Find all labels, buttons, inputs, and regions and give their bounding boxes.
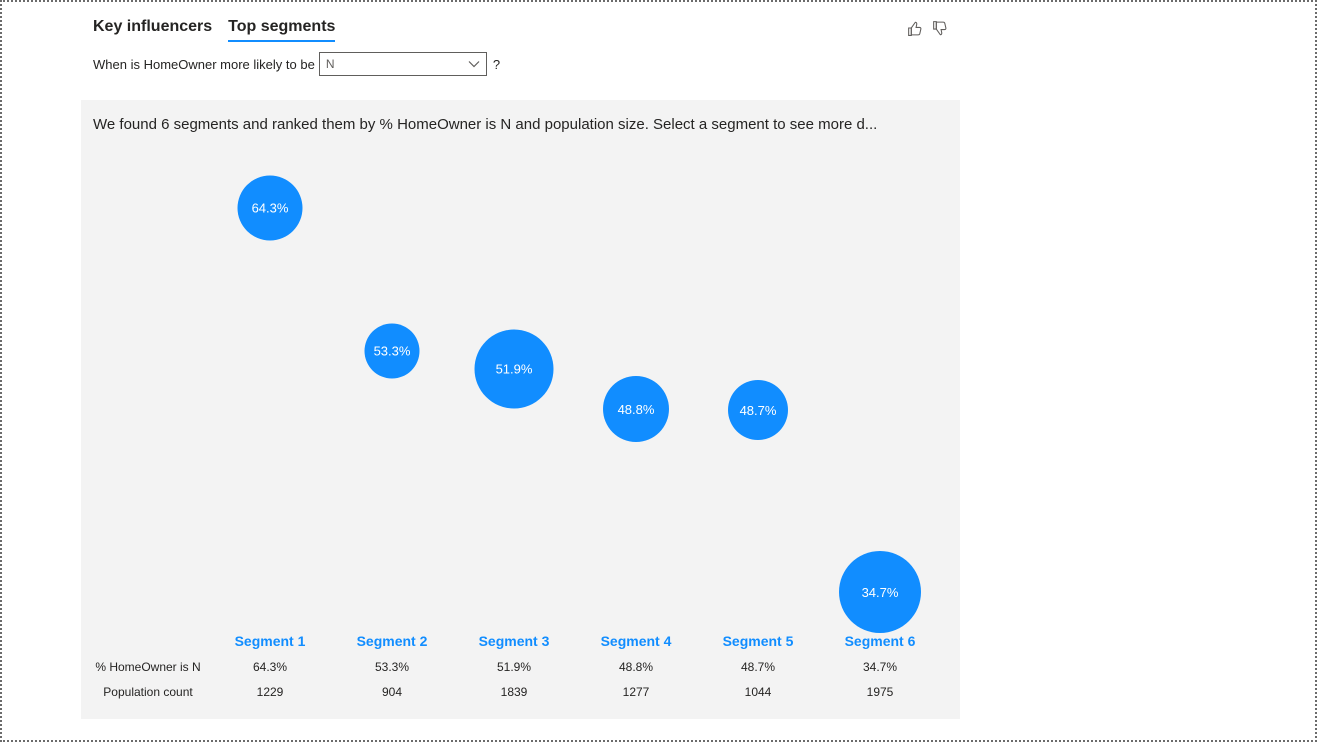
segment-bubble-value: 53.3% xyxy=(373,343,411,359)
segment-population-cell: 1277 xyxy=(622,685,650,699)
segment-label[interactable]: Segment 6 xyxy=(845,633,916,649)
segment-population-cell: 1975 xyxy=(866,685,894,699)
segment-label[interactable]: Segment 5 xyxy=(723,633,794,649)
segment-population-cell: 1044 xyxy=(744,685,772,699)
segment-bubble[interactable]: 48.8% xyxy=(603,376,669,443)
segment-bubble[interactable]: 51.9% xyxy=(474,329,554,409)
segment-bubble[interactable]: 53.3% xyxy=(364,323,420,379)
segments-summary-text: We found 6 segments and ranked them by %… xyxy=(93,116,878,133)
dropdown-selected-value: N xyxy=(325,57,335,71)
segment-bubble-value: 48.7% xyxy=(739,402,777,418)
row-label-population: Population count xyxy=(103,685,193,699)
segment-bubble[interactable]: 34.7% xyxy=(839,551,921,633)
segment-bubble[interactable]: 64.3% xyxy=(237,175,303,241)
segment-bubble-value: 64.3% xyxy=(251,200,289,216)
segment-label[interactable]: Segment 2 xyxy=(357,633,428,649)
segment-population-cell: 904 xyxy=(381,685,403,699)
tab-top-segments[interactable]: Top segments xyxy=(228,18,336,42)
segment-label[interactable]: Segment 3 xyxy=(479,633,550,649)
segment-bubble[interactable]: 48.7% xyxy=(728,380,788,441)
segment-population-cell: 1229 xyxy=(256,685,284,699)
thumbs-up-icon[interactable] xyxy=(906,20,923,37)
segment-percent-cell: 53.3% xyxy=(374,660,410,674)
segment-bubble-value: 48.8% xyxy=(617,401,655,417)
segment-population-cell: 1839 xyxy=(500,685,528,699)
segment-bubble-value: 51.9% xyxy=(495,361,533,377)
chevron-down-icon xyxy=(468,61,480,68)
segments-panel: We found 6 segments and ranked them by %… xyxy=(81,100,960,719)
thumbs-down-icon[interactable] xyxy=(931,20,948,37)
segment-label[interactable]: Segment 4 xyxy=(601,633,672,649)
question-prefix: When is HomeOwner more likely to be xyxy=(93,56,315,72)
segment-label[interactable]: Segment 1 xyxy=(235,633,306,649)
homeowner-value-dropdown[interactable]: N xyxy=(318,52,487,76)
row-label-percent: % HomeOwner is N xyxy=(95,660,201,674)
segment-percent-cell: 34.7% xyxy=(862,660,898,674)
segment-percent-cell: 48.7% xyxy=(740,660,776,674)
segment-bubble-value: 34.7% xyxy=(861,584,899,600)
segment-percent-cell: 64.3% xyxy=(252,660,288,674)
segment-percent-cell: 51.9% xyxy=(496,660,532,674)
tab-bar: Key influencers Top segments xyxy=(93,18,336,42)
tab-key-influencers[interactable]: Key influencers xyxy=(93,18,212,42)
question-suffix: ? xyxy=(492,56,501,72)
feedback-buttons xyxy=(906,20,948,37)
segment-percent-cell: 48.8% xyxy=(618,660,654,674)
question-row: When is HomeOwner more likely to be N ? xyxy=(93,52,500,76)
